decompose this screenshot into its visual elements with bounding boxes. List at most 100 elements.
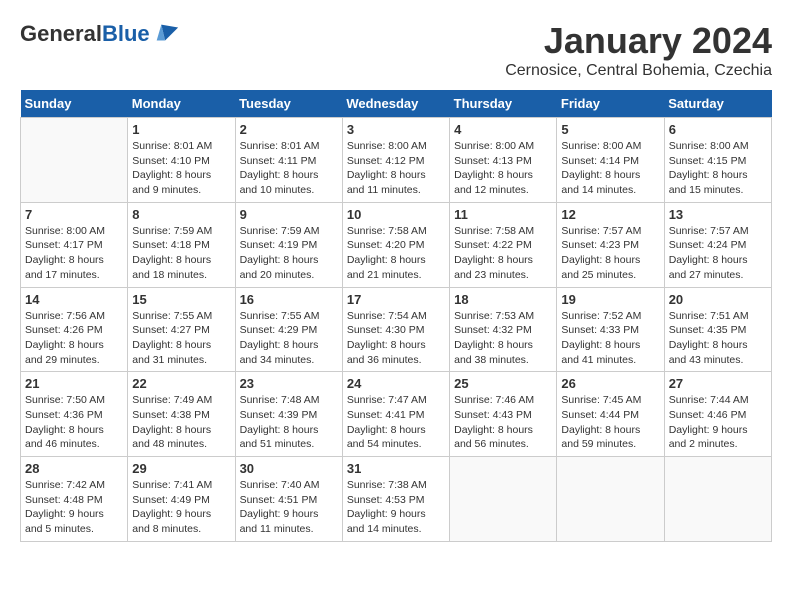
day-number: 20	[669, 292, 767, 307]
day-number: 29	[132, 461, 230, 476]
day-info: Sunrise: 7:45 AM Sunset: 4:44 PM Dayligh…	[561, 393, 659, 452]
day-number: 10	[347, 207, 445, 222]
day-info: Sunrise: 7:58 AM Sunset: 4:22 PM Dayligh…	[454, 224, 552, 283]
day-info: Sunrise: 7:57 AM Sunset: 4:24 PM Dayligh…	[669, 224, 767, 283]
calendar-cell: 30 Sunrise: 7:40 AM Sunset: 4:51 PM Dayli…	[235, 457, 342, 542]
day-number: 30	[240, 461, 338, 476]
day-info: Sunrise: 8:00 AM Sunset: 4:15 PM Dayligh…	[669, 139, 767, 198]
calendar-cell: 31Sunrise: 7:38 AM Sunset: 4:53 PM Dayli…	[342, 457, 449, 542]
calendar-body: 1 Sunrise: 8:01 AM Sunset: 4:10 PM Daylig…	[21, 118, 772, 542]
calendar-cell: 21 Sunrise: 7:50 AM Sunset: 4:36 PM Dayli…	[21, 372, 128, 457]
calendar-cell	[450, 457, 557, 542]
calendar-cell: 13 Sunrise: 7:57 AM Sunset: 4:24 PM Dayli…	[664, 202, 771, 287]
day-info: Sunrise: 7:54 AM Sunset: 4:30 PM Dayligh…	[347, 309, 445, 368]
calendar-cell: 20 Sunrise: 7:51 AM Sunset: 4:35 PM Dayli…	[664, 287, 771, 372]
day-info: Sunrise: 8:00 AM Sunset: 4:12 PM Dayligh…	[347, 139, 445, 198]
day-info: Sunrise: 7:57 AM Sunset: 4:23 PM Dayligh…	[561, 224, 659, 283]
day-number: 8	[132, 207, 230, 222]
day-info: Sunrise: 7:59 AM Sunset: 4:18 PM Dayligh…	[132, 224, 230, 283]
day-number: 23	[240, 376, 338, 391]
calendar-cell: 29Sunrise: 7:41 AM Sunset: 4:49 PM Dayli…	[128, 457, 235, 542]
calendar-cell	[21, 118, 128, 203]
day-info: Sunrise: 7:42 AM Sunset: 4:48 PM Dayligh…	[25, 478, 123, 537]
calendar-cell: 7Sunrise: 8:00 AM Sunset: 4:17 PM Daylig…	[21, 202, 128, 287]
day-info: Sunrise: 7:46 AM Sunset: 4:43 PM Dayligh…	[454, 393, 552, 452]
calendar-cell	[664, 457, 771, 542]
calendar-cell: 19 Sunrise: 7:52 AM Sunset: 4:33 PM Dayli…	[557, 287, 664, 372]
calendar-cell: 1 Sunrise: 8:01 AM Sunset: 4:10 PM Daylig…	[128, 118, 235, 203]
day-info: Sunrise: 7:51 AM Sunset: 4:35 PM Dayligh…	[669, 309, 767, 368]
day-number: 3	[347, 122, 445, 137]
logo: GeneralBlue	[20, 20, 180, 48]
calendar-cell: 22Sunrise: 7:49 AM Sunset: 4:38 PM Dayli…	[128, 372, 235, 457]
calendar-day-header: Tuesday	[235, 90, 342, 118]
day-number: 6	[669, 122, 767, 137]
day-info: Sunrise: 7:48 AM Sunset: 4:39 PM Dayligh…	[240, 393, 338, 452]
day-info: Sunrise: 7:52 AM Sunset: 4:33 PM Dayligh…	[561, 309, 659, 368]
calendar-cell: 26Sunrise: 7:45 AM Sunset: 4:44 PM Dayli…	[557, 372, 664, 457]
calendar-day-header: Friday	[557, 90, 664, 118]
day-number: 18	[454, 292, 552, 307]
day-info: Sunrise: 7:50 AM Sunset: 4:36 PM Dayligh…	[25, 393, 123, 452]
day-number: 27	[669, 376, 767, 391]
calendar-day-header: Monday	[128, 90, 235, 118]
day-info: Sunrise: 7:58 AM Sunset: 4:20 PM Dayligh…	[347, 224, 445, 283]
calendar-cell: 2Sunrise: 8:01 AM Sunset: 4:11 PM Daylig…	[235, 118, 342, 203]
day-number: 4	[454, 122, 552, 137]
day-info: Sunrise: 7:55 AM Sunset: 4:27 PM Dayligh…	[132, 309, 230, 368]
calendar-cell: 11 Sunrise: 7:58 AM Sunset: 4:22 PM Dayli…	[450, 202, 557, 287]
calendar-day-header: Saturday	[664, 90, 771, 118]
calendar-week-row: 14 Sunrise: 7:56 AM Sunset: 4:26 PM Dayli…	[21, 287, 772, 372]
calendar-cell: 18Sunrise: 7:53 AM Sunset: 4:32 PM Dayli…	[450, 287, 557, 372]
day-number: 21	[25, 376, 123, 391]
logo-icon	[152, 20, 180, 48]
day-number: 9	[240, 207, 338, 222]
day-info: Sunrise: 8:01 AM Sunset: 4:11 PM Dayligh…	[240, 139, 338, 198]
logo-text: GeneralBlue	[20, 22, 150, 46]
day-info: Sunrise: 8:00 AM Sunset: 4:14 PM Dayligh…	[561, 139, 659, 198]
day-info: Sunrise: 7:55 AM Sunset: 4:29 PM Dayligh…	[240, 309, 338, 368]
day-number: 17	[347, 292, 445, 307]
day-number: 13	[669, 207, 767, 222]
calendar-cell: 4Sunrise: 8:00 AM Sunset: 4:13 PM Daylig…	[450, 118, 557, 203]
day-info: Sunrise: 8:01 AM Sunset: 4:10 PM Dayligh…	[132, 139, 230, 198]
day-number: 24	[347, 376, 445, 391]
calendar-cell: 25 Sunrise: 7:46 AM Sunset: 4:43 PM Dayli…	[450, 372, 557, 457]
day-info: Sunrise: 7:40 AM Sunset: 4:51 PM Dayligh…	[240, 478, 338, 537]
calendar-cell: 28Sunrise: 7:42 AM Sunset: 4:48 PM Dayli…	[21, 457, 128, 542]
calendar-header-row: SundayMondayTuesdayWednesdayThursdayFrid…	[21, 90, 772, 118]
calendar-day-header: Sunday	[21, 90, 128, 118]
day-info: Sunrise: 7:56 AM Sunset: 4:26 PM Dayligh…	[25, 309, 123, 368]
calendar-cell: 14 Sunrise: 7:56 AM Sunset: 4:26 PM Dayli…	[21, 287, 128, 372]
calendar-week-row: 7Sunrise: 8:00 AM Sunset: 4:17 PM Daylig…	[21, 202, 772, 287]
calendar-week-row: 21 Sunrise: 7:50 AM Sunset: 4:36 PM Dayli…	[21, 372, 772, 457]
day-number: 22	[132, 376, 230, 391]
calendar-table: SundayMondayTuesdayWednesdayThursdayFrid…	[20, 90, 772, 542]
calendar-cell: 17 Sunrise: 7:54 AM Sunset: 4:30 PM Dayli…	[342, 287, 449, 372]
calendar-day-header: Wednesday	[342, 90, 449, 118]
day-number: 1	[132, 122, 230, 137]
calendar-day-header: Thursday	[450, 90, 557, 118]
calendar-cell: 12Sunrise: 7:57 AM Sunset: 4:23 PM Dayli…	[557, 202, 664, 287]
day-number: 25	[454, 376, 552, 391]
day-number: 19	[561, 292, 659, 307]
calendar-week-row: 1 Sunrise: 8:01 AM Sunset: 4:10 PM Daylig…	[21, 118, 772, 203]
title-block: January 2024 Cernosice, Central Bohemia,…	[505, 20, 772, 80]
day-number: 16	[240, 292, 338, 307]
day-info: Sunrise: 7:44 AM Sunset: 4:46 PM Dayligh…	[669, 393, 767, 452]
day-info: Sunrise: 7:47 AM Sunset: 4:41 PM Dayligh…	[347, 393, 445, 452]
day-info: Sunrise: 7:38 AM Sunset: 4:53 PM Dayligh…	[347, 478, 445, 537]
month-title: January 2024	[505, 20, 772, 62]
calendar-cell: 5Sunrise: 8:00 AM Sunset: 4:14 PM Daylig…	[557, 118, 664, 203]
day-number: 11	[454, 207, 552, 222]
calendar-cell	[557, 457, 664, 542]
day-info: Sunrise: 8:00 AM Sunset: 4:17 PM Dayligh…	[25, 224, 123, 283]
day-info: Sunrise: 7:59 AM Sunset: 4:19 PM Dayligh…	[240, 224, 338, 283]
calendar-cell: 16 Sunrise: 7:55 AM Sunset: 4:29 PM Dayli…	[235, 287, 342, 372]
calendar-cell: 10 Sunrise: 7:58 AM Sunset: 4:20 PM Dayli…	[342, 202, 449, 287]
day-number: 14	[25, 292, 123, 307]
page-header: GeneralBlue January 2024 Cernosice, Cent…	[20, 20, 772, 80]
day-number: 15	[132, 292, 230, 307]
calendar-cell: 24 Sunrise: 7:47 AM Sunset: 4:41 PM Dayli…	[342, 372, 449, 457]
calendar-week-row: 28Sunrise: 7:42 AM Sunset: 4:48 PM Dayli…	[21, 457, 772, 542]
